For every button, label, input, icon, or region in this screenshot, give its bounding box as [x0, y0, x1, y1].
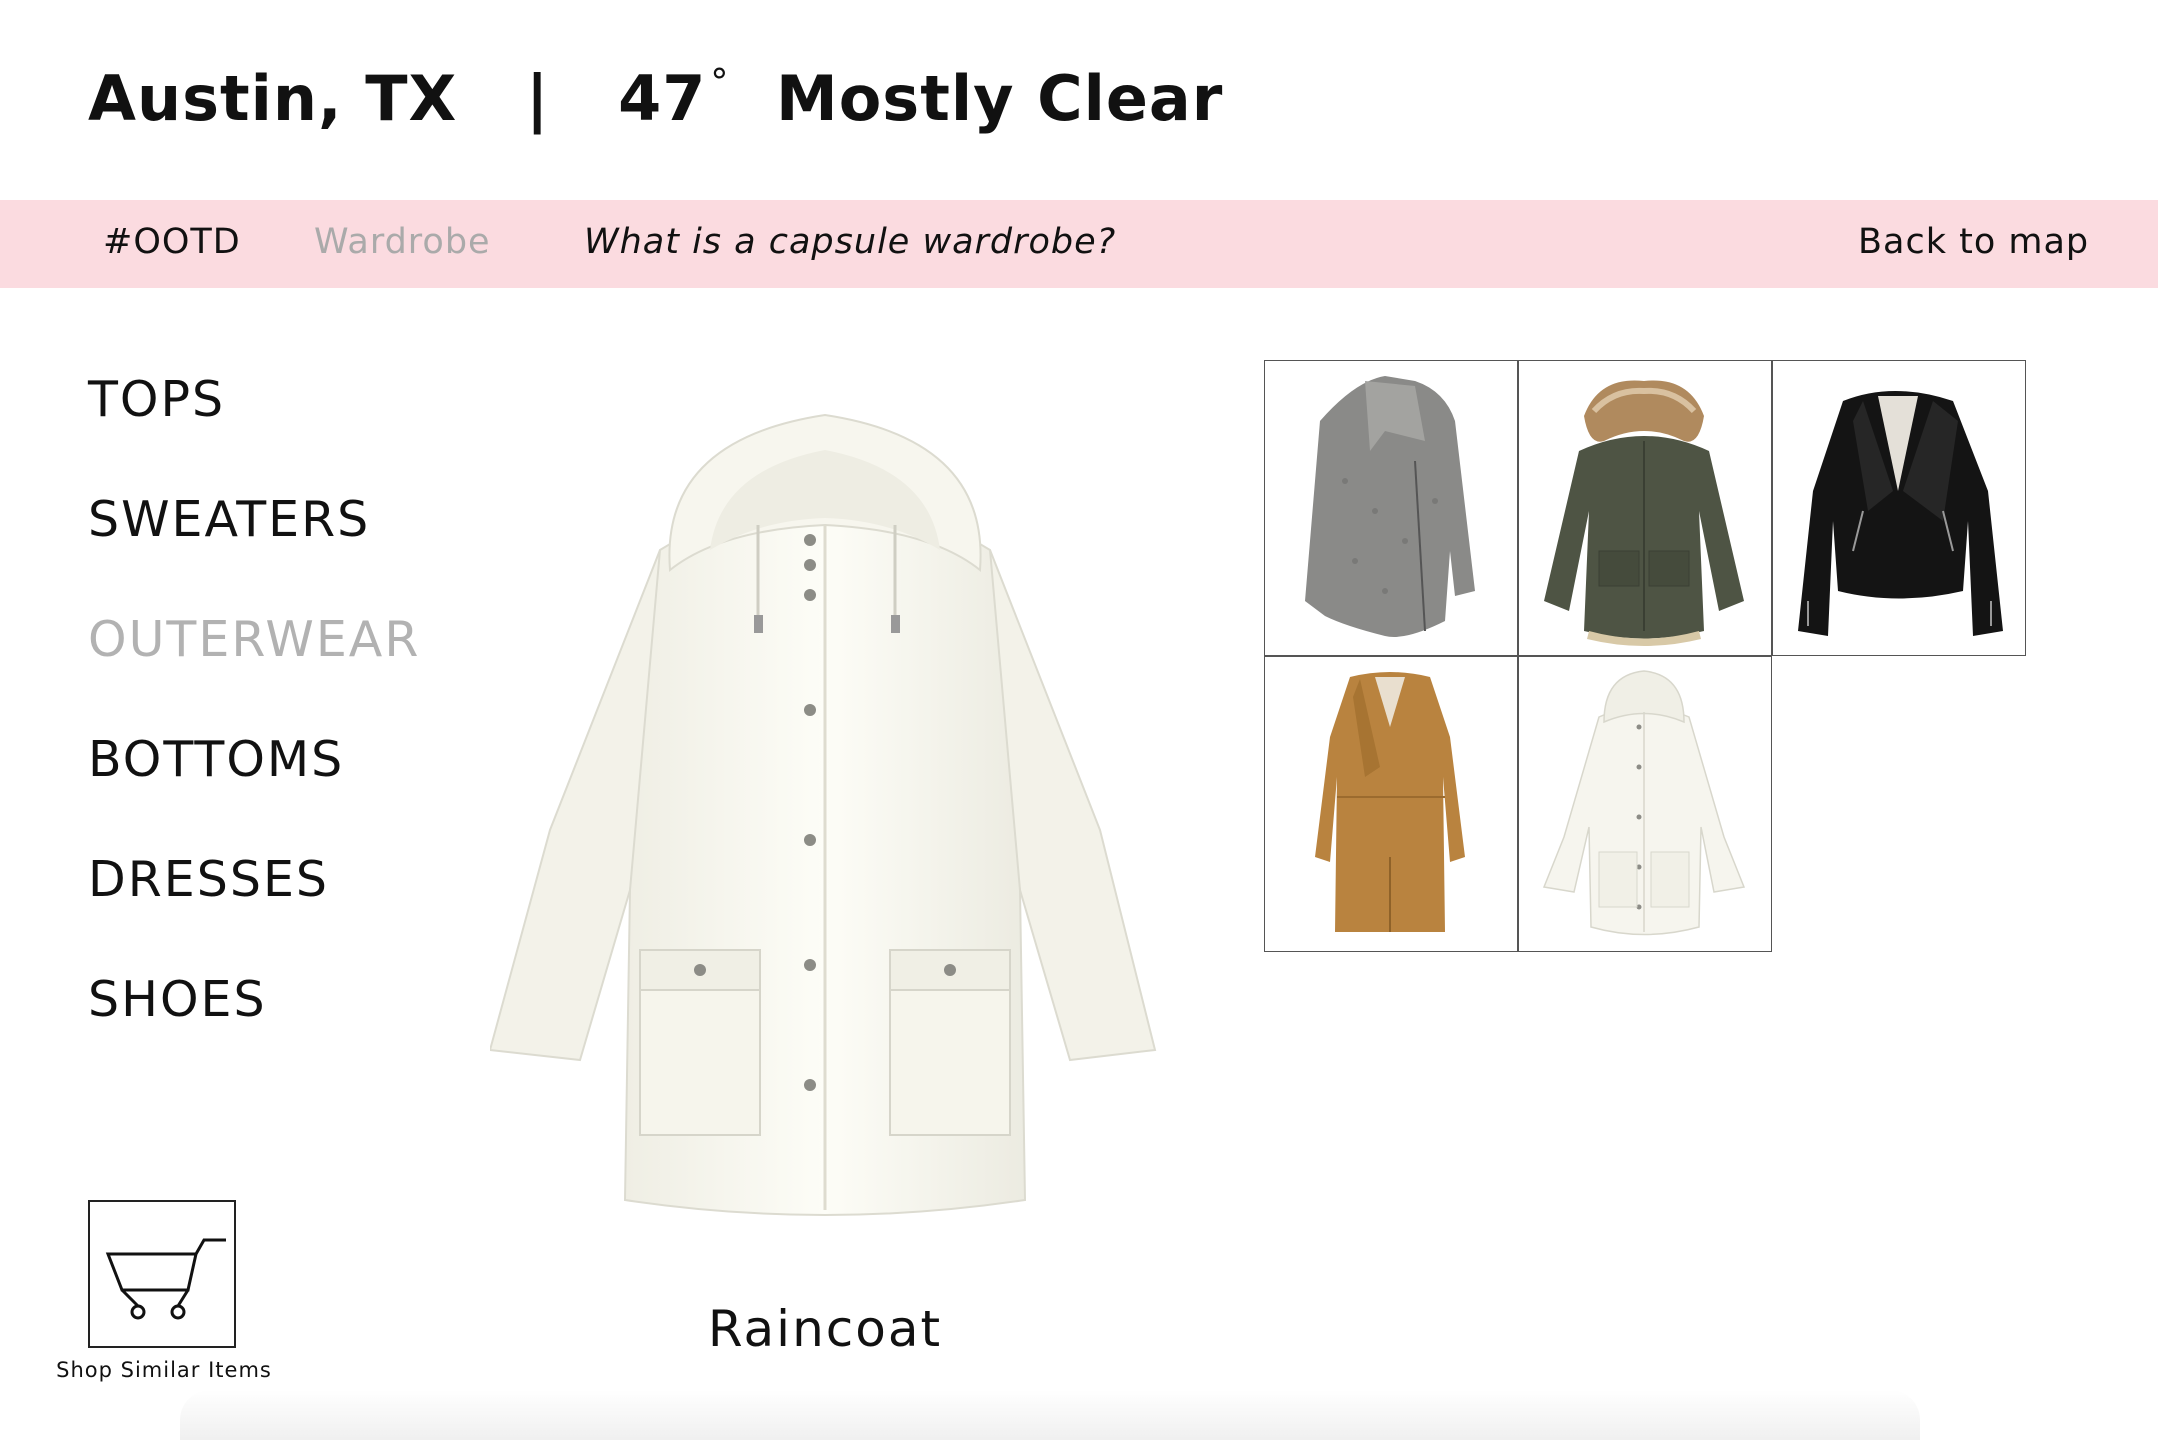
- grid-item-black-jacket[interactable]: [1772, 360, 2026, 656]
- item-name-label: Raincoat: [707, 1300, 943, 1358]
- grid-item-camel-coat[interactable]: [1264, 656, 1518, 952]
- nav-capsule-link[interactable]: What is a capsule wardrobe?: [584, 222, 1116, 262]
- city-label: Austin, TX: [88, 62, 458, 135]
- category-sweaters[interactable]: SWEATERS: [88, 490, 420, 610]
- category-list: TOPS SWEATERS OUTERWEAR BOTTOMS DRESSES …: [88, 370, 420, 1090]
- shop-similar-button[interactable]: [88, 1200, 236, 1348]
- gray-coat-thumbnail: [1305, 376, 1475, 637]
- main-item-image: [488, 410, 1160, 1230]
- bottom-panel-edge: [180, 1390, 1920, 1440]
- white-raincoat-thumbnail: [1542, 670, 1746, 936]
- shopping-cart-icon: [105, 1238, 226, 1320]
- grid-item-white-raincoat[interactable]: [1518, 656, 1772, 952]
- category-tops[interactable]: TOPS: [88, 370, 420, 490]
- location-weather-title: Austin, TX | 47 ° Mostly Clear: [88, 62, 1223, 135]
- nav-bar: #OOTD Wardrobe What is a capsule wardrob…: [0, 200, 2158, 288]
- title-separator: |: [525, 62, 550, 135]
- camel-coat-thumbnail: [1315, 672, 1465, 932]
- category-dresses[interactable]: DRESSES: [88, 850, 420, 970]
- category-outerwear[interactable]: OUTERWEAR: [88, 610, 420, 730]
- category-bottoms[interactable]: BOTTOMS: [88, 730, 420, 850]
- grid-item-green-parka[interactable]: [1518, 360, 1772, 656]
- degree-symbol: °: [710, 62, 730, 103]
- nav-back-to-map-link[interactable]: Back to map: [1858, 222, 2089, 262]
- black-jacket-thumbnail: [1798, 391, 2003, 636]
- nav-ootd-link[interactable]: #OOTD: [103, 222, 241, 262]
- nav-wardrobe-link[interactable]: Wardrobe: [314, 222, 491, 262]
- raincoat-illustration: [488, 413, 1157, 1216]
- weather-condition: Mostly Clear: [776, 62, 1224, 135]
- green-parka-thumbnail: [1544, 380, 1744, 646]
- temperature-value: 47: [618, 62, 707, 135]
- shop-similar-label: Shop Similar Items: [56, 1358, 272, 1382]
- category-shoes[interactable]: SHOES: [88, 970, 420, 1090]
- grid-item-gray-coat[interactable]: [1264, 360, 1518, 656]
